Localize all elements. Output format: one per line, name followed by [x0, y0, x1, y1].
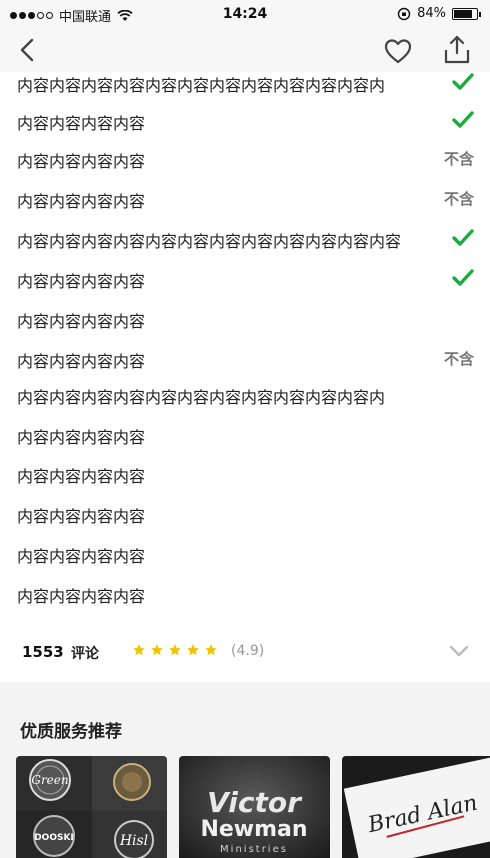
logo-hisl-text: Hisl: [119, 833, 148, 849]
logo-collage-image: Green DOOSKI Hisl: [16, 756, 167, 858]
included-check-icon: [452, 72, 474, 92]
recommend-title: 优质服务推荐: [20, 722, 122, 742]
list-item-text: 内容内容内容内容: [17, 312, 146, 331]
recommend-cards: Green DOOSKI Hisl Victor Newman Ministri…: [0, 756, 490, 858]
victor-newman-logo-image: Victor Newman Ministries: [179, 756, 330, 858]
chevron-down-icon[interactable]: [448, 642, 470, 660]
star-icon: [133, 644, 145, 656]
not-included-label: 不含: [443, 190, 474, 208]
review-count: 1553: [22, 643, 64, 661]
battery-icon: [452, 7, 481, 20]
service-card-2[interactable]: Victor Newman Ministries: [179, 756, 330, 858]
list-item-text: 内容内容内容内容: [17, 114, 146, 133]
list-item-text: 内容内容内容内容: [17, 547, 146, 566]
list-item-text: 内容内容内容内容内容内容内容内容内容内容内容内容: [17, 232, 402, 251]
list-item-text: 内容内容内容内容内容内容内容内容内容内容内容内: [17, 388, 386, 407]
list-item-text: 内容内容内容内容: [17, 152, 146, 171]
list-item: 内容内容内容内容: [0, 418, 490, 458]
list-item: 内容内容内容内容: [0, 302, 490, 342]
reviews-summary[interactable]: 1553 评论 (4.9): [0, 630, 490, 674]
list-item: 内容内容内容内容: [0, 262, 490, 302]
rating-stars: [132, 643, 218, 657]
logo-victor-text: Victor: [207, 786, 303, 819]
share-upload-icon[interactable]: [442, 34, 472, 66]
not-included-label: 不含: [443, 350, 474, 368]
star-icon: [169, 644, 181, 656]
rating-score: (4.9): [231, 643, 265, 659]
service-card-3[interactable]: Brad Alan: [342, 756, 490, 858]
list-item: 内容内容内容内容: [0, 497, 490, 537]
logo-ministries-text: Ministries: [220, 844, 288, 855]
status-bar: 中国联通 14:24 84%: [0, 0, 490, 30]
battery-percent: 84%: [417, 6, 446, 21]
list-item-text: 内容内容内容内容: [17, 507, 146, 526]
logo-newman-text: Newman: [200, 817, 307, 842]
list-item: 内容内容内容内容内容内容内容内容内容内容内容内: [0, 66, 490, 106]
star-icon: [205, 644, 217, 656]
favorite-heart-icon[interactable]: [383, 36, 413, 66]
included-check-icon: [452, 110, 474, 130]
rotation-lock-icon: [397, 7, 411, 20]
list-item: 内容内容内容内容 不含: [0, 182, 490, 222]
list-item: 内容内容内容内容 不含: [0, 142, 490, 182]
list-item-text: 内容内容内容内容: [17, 272, 146, 291]
list-item: 内容内容内容内容: [0, 537, 490, 577]
included-check-icon: [452, 228, 474, 248]
review-label: 评论: [71, 646, 99, 662]
list-item: 内容内容内容内容 不含: [0, 342, 490, 382]
not-included-label: 不含: [443, 150, 474, 168]
list-item-text: 内容内容内容内容: [17, 352, 146, 371]
battery-info: 84%: [397, 6, 481, 21]
list-item: 内容内容内容内容: [0, 457, 490, 497]
list-item-text: 内容内容内容内容内容内容内容内容内容内容内容内: [17, 76, 386, 95]
list-item-text: 内容内容内容内容: [17, 192, 146, 211]
back-chevron-icon[interactable]: [14, 36, 42, 64]
brad-alan-card-image: Brad Alan: [342, 756, 490, 858]
logo-green-text: Green: [31, 773, 68, 787]
service-card-1[interactable]: Green DOOSKI Hisl: [16, 756, 167, 858]
list-item: 内容内容内容内容内容内容内容内容内容内容内容内: [0, 378, 490, 418]
list-item-text: 内容内容内容内容: [17, 587, 146, 606]
list-item-text: 内容内容内容内容: [17, 467, 146, 486]
list-item: 内容内容内容内容内容内容内容内容内容内容内容内容: [0, 222, 490, 262]
logo-dooski-text: DOOSKI: [34, 833, 74, 843]
star-icon: [187, 644, 199, 656]
included-check-icon: [452, 268, 474, 288]
star-icon: [151, 644, 163, 656]
list-item: 内容内容内容内容: [0, 104, 490, 144]
list-item-text: 内容内容内容内容: [17, 428, 146, 447]
list-item: 内容内容内容内容: [0, 577, 490, 617]
